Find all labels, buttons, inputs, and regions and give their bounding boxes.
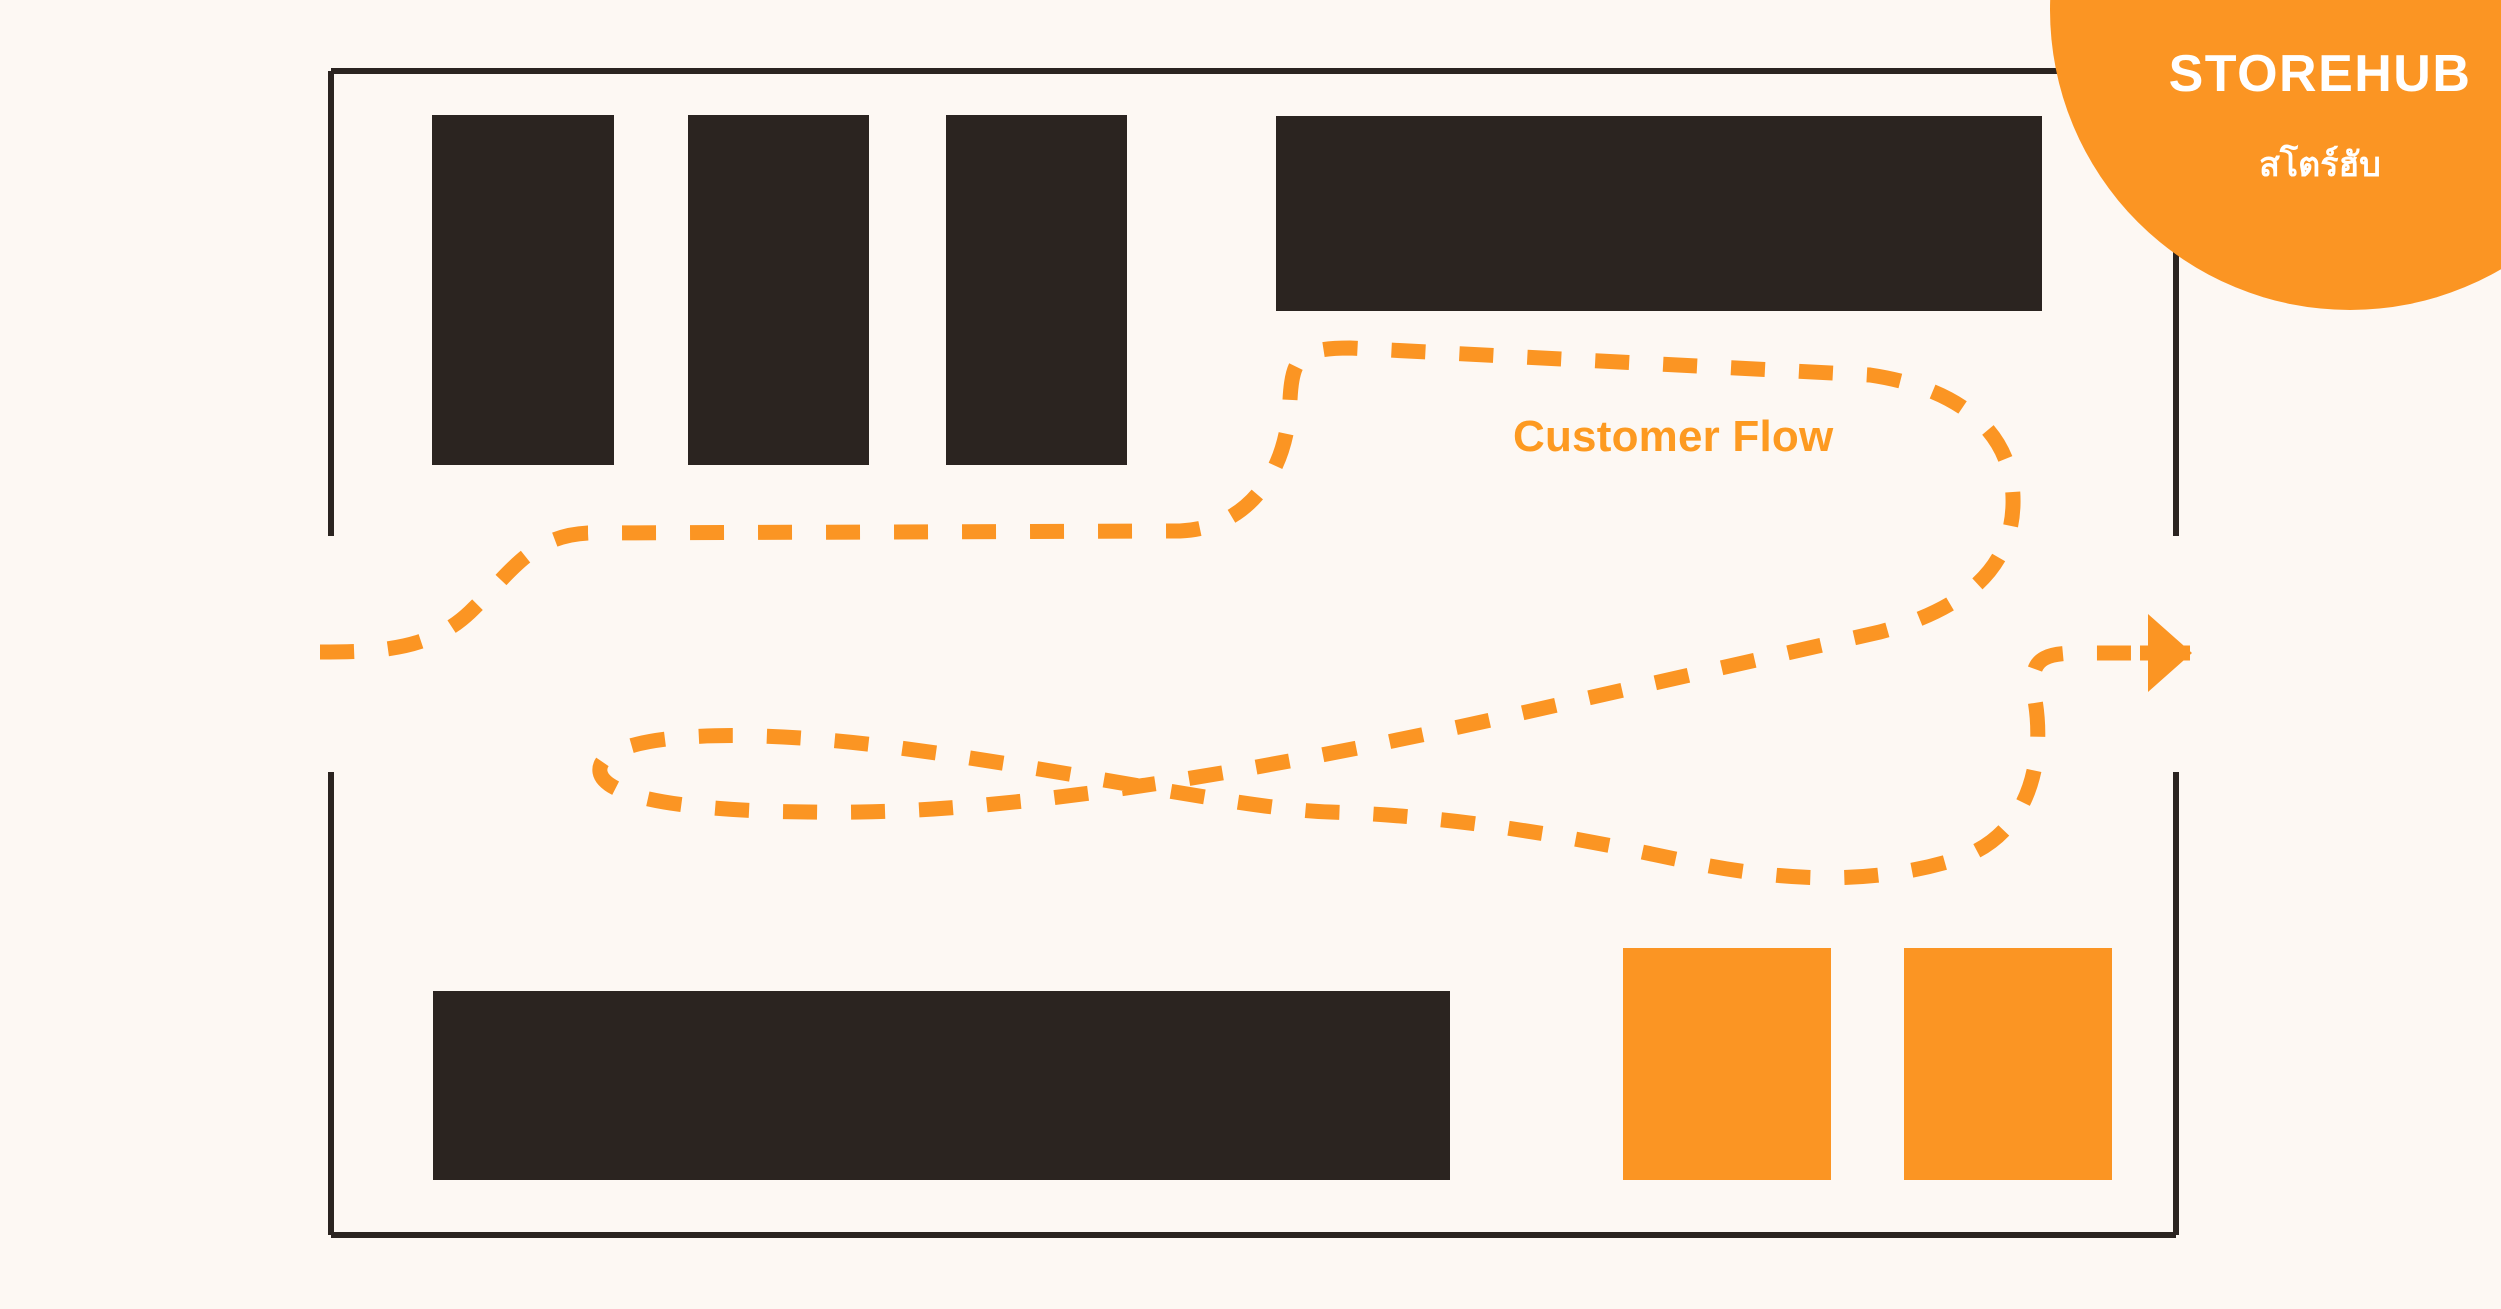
storehub-thai-subtext: สโตร์ฮับ	[2259, 146, 2381, 184]
shelf-2	[688, 115, 869, 465]
storehub-wordmark: STOREHUB	[2168, 45, 2472, 103]
floor-plan-diagram: Customer Flow STOREHUB สโตร์ฮับ	[0, 0, 2501, 1309]
checkout-counter-1	[1623, 948, 1831, 1180]
display-counter-top	[1276, 116, 2042, 311]
shelf-1	[432, 115, 614, 465]
display-counter-bottom	[433, 991, 1450, 1180]
shelf-3	[946, 115, 1127, 465]
checkout-counter-2	[1904, 948, 2112, 1180]
customer-flow-label: Customer Flow	[1513, 412, 1834, 461]
